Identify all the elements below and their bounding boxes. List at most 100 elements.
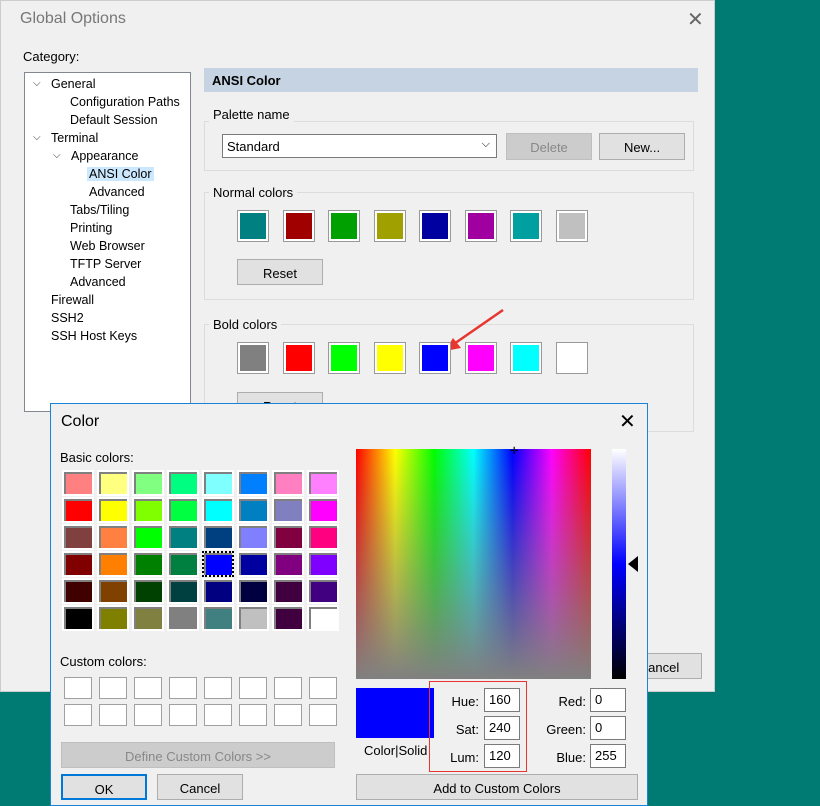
blue-input[interactable]: 255 xyxy=(590,744,626,768)
basic-color-swatch[interactable] xyxy=(307,524,339,550)
chevron-down-icon[interactable]: ⌵ xyxy=(53,150,61,161)
tree-item[interactable]: Configuration Paths xyxy=(68,95,182,109)
basic-color-swatch[interactable] xyxy=(97,470,129,496)
normal-color-swatch[interactable] xyxy=(555,210,588,242)
add-to-custom-colors-button[interactable]: Add to Custom Colors xyxy=(356,774,638,800)
basic-color-swatch[interactable] xyxy=(132,605,164,631)
basic-color-swatch[interactable] xyxy=(97,605,129,631)
hue-input[interactable]: 160 xyxy=(484,688,520,712)
basic-color-swatch[interactable] xyxy=(237,470,269,496)
sat-input[interactable]: 240 xyxy=(484,716,520,740)
basic-color-swatch[interactable] xyxy=(167,470,199,496)
normal-color-swatch[interactable] xyxy=(419,210,451,242)
basic-color-swatch[interactable] xyxy=(62,524,94,550)
normal-color-swatch[interactable] xyxy=(282,210,315,242)
basic-color-swatch[interactable] xyxy=(132,470,164,496)
basic-color-swatch[interactable] xyxy=(97,524,129,550)
basic-color-swatch[interactable] xyxy=(167,524,199,550)
tree-item[interactable]: Printing xyxy=(68,221,114,235)
tree-item[interactable]: Web Browser xyxy=(68,239,147,253)
tree-item[interactable]: General xyxy=(49,77,97,91)
basic-color-swatch[interactable] xyxy=(237,497,269,523)
cancel-button[interactable]: Cancel xyxy=(157,774,243,800)
custom-color-swatch[interactable] xyxy=(274,677,302,699)
basic-color-swatch[interactable] xyxy=(62,497,94,523)
tree-item[interactable]: SSH Host Keys xyxy=(49,329,139,343)
basic-color-swatch[interactable] xyxy=(167,578,199,604)
hue-saturation-spectrum[interactable]: ✛ xyxy=(356,446,591,679)
basic-color-swatch[interactable] xyxy=(202,497,234,523)
basic-color-swatch[interactable] xyxy=(272,470,304,496)
bold-color-swatch[interactable] xyxy=(555,342,588,374)
basic-color-swatch[interactable] xyxy=(202,605,234,631)
normal-color-swatch[interactable] xyxy=(328,210,360,242)
lum-input[interactable]: 120 xyxy=(484,744,520,768)
basic-color-swatch[interactable] xyxy=(97,578,129,604)
define-custom-colors-button[interactable]: Define Custom Colors >> xyxy=(61,742,335,768)
basic-color-swatch[interactable] xyxy=(132,524,164,550)
red-input[interactable]: 0 xyxy=(590,688,626,712)
basic-color-swatch[interactable] xyxy=(132,497,164,523)
basic-color-swatch[interactable] xyxy=(167,605,199,631)
tree-item[interactable]: ANSI Color xyxy=(87,167,154,181)
custom-color-swatch[interactable] xyxy=(274,704,302,726)
basic-color-swatch[interactable] xyxy=(272,551,304,577)
tree-item[interactable]: Firewall xyxy=(49,293,96,307)
bold-color-swatch[interactable] xyxy=(464,342,497,374)
basic-color-swatch[interactable] xyxy=(307,605,339,631)
palette-select[interactable]: Standard ⌵ xyxy=(222,134,497,158)
basic-color-swatch[interactable] xyxy=(237,605,269,631)
custom-color-swatch[interactable] xyxy=(309,704,337,726)
normal-color-swatch[interactable] xyxy=(373,210,406,242)
bold-color-swatch[interactable] xyxy=(373,342,406,374)
chevron-down-icon[interactable]: ⌵ xyxy=(33,132,41,143)
close-icon[interactable]: ✕ xyxy=(687,7,704,32)
ok-button[interactable]: OK xyxy=(61,774,147,800)
bold-color-swatch[interactable] xyxy=(510,342,542,374)
custom-color-swatch[interactable] xyxy=(134,677,162,699)
basic-color-swatch[interactable] xyxy=(167,551,199,577)
custom-color-swatch[interactable] xyxy=(204,677,232,699)
bold-color-swatch[interactable] xyxy=(237,342,269,374)
tree-item[interactable]: SSH2 xyxy=(49,311,86,325)
basic-color-swatch[interactable] xyxy=(202,470,234,496)
tree-item[interactable]: Appearance xyxy=(69,149,140,163)
chevron-down-icon[interactable]: ⌵ xyxy=(33,78,41,89)
reset-normal-button[interactable]: Reset xyxy=(237,259,323,285)
custom-color-swatch[interactable] xyxy=(169,677,197,699)
basic-color-swatch[interactable] xyxy=(272,497,304,523)
tree-item[interactable]: Terminal xyxy=(49,131,100,145)
bold-color-swatch[interactable] xyxy=(328,342,360,374)
normal-color-swatch[interactable] xyxy=(510,210,542,242)
basic-color-swatch[interactable] xyxy=(97,551,129,577)
tree-item[interactable]: Advanced xyxy=(87,185,147,199)
luminance-arrow-icon[interactable] xyxy=(628,556,638,572)
basic-color-swatch[interactable] xyxy=(307,578,339,604)
luminance-slider[interactable] xyxy=(612,449,626,679)
custom-color-swatch[interactable] xyxy=(239,677,267,699)
basic-color-swatch[interactable] xyxy=(62,470,94,496)
basic-color-swatch[interactable] xyxy=(237,524,269,550)
category-tree[interactable]: General ⌵ Configuration Paths Default Sessi… xyxy=(24,72,191,412)
tree-item[interactable]: Advanced xyxy=(68,275,128,289)
delete-button[interactable]: Delete xyxy=(506,133,592,160)
new-button[interactable]: New... xyxy=(599,133,685,160)
normal-color-swatch[interactable] xyxy=(237,210,269,242)
basic-color-swatch[interactable] xyxy=(307,470,339,496)
basic-color-swatch[interactable] xyxy=(272,578,304,604)
basic-color-swatch[interactable] xyxy=(237,578,269,604)
basic-color-swatch[interactable] xyxy=(167,497,199,523)
basic-color-swatch[interactable] xyxy=(62,578,94,604)
basic-color-swatch[interactable] xyxy=(62,605,94,631)
custom-color-swatch[interactable] xyxy=(204,704,232,726)
close-icon[interactable]: ✕ xyxy=(619,409,636,434)
custom-color-swatch[interactable] xyxy=(134,704,162,726)
custom-color-swatch[interactable] xyxy=(99,704,127,726)
bold-color-swatch[interactable] xyxy=(419,342,451,374)
custom-color-swatch[interactable] xyxy=(309,677,337,699)
basic-color-swatch[interactable] xyxy=(307,497,339,523)
custom-color-swatch[interactable] xyxy=(64,677,92,699)
basic-color-swatch[interactable] xyxy=(132,578,164,604)
tree-item[interactable]: TFTP Server xyxy=(68,257,143,271)
basic-color-swatch[interactable] xyxy=(132,551,164,577)
